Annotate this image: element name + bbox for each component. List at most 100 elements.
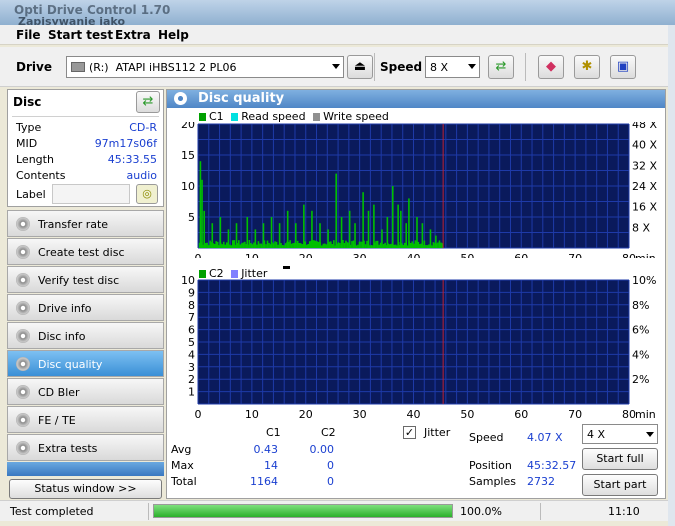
c1-bar [207,245,210,248]
menu-file[interactable]: File [16,28,41,42]
speed-label: Speed [380,60,423,74]
start-full-button[interactable]: Start full [582,448,658,470]
nav-extra-tests[interactable]: Extra tests [7,434,164,461]
edit-label-button[interactable]: ◎ [136,184,158,204]
c1-bar [213,243,216,248]
title-bar: Opti Drive Control 1.70 Zapisywanie jako [0,0,675,28]
nav-verify-test-disc[interactable]: Verify test disc [7,266,164,293]
y2-tick-label: 16 X [632,201,657,214]
c1-bar [216,241,219,248]
legend-marker [282,266,290,269]
menu-extra[interactable]: Extra [115,28,151,42]
nav-create-test-disc[interactable]: Create test disc [7,238,164,265]
x-tick-label: 70 [568,408,582,421]
total-label: Total [171,475,197,488]
total-c2: 0 [327,475,334,488]
c1-bar [275,241,278,248]
refresh-disc-button[interactable]: ⇄ [136,91,160,113]
c1-bar [283,245,285,248]
c1-bar [375,240,377,248]
x-tick-label: 20 [299,252,313,258]
write-speed-swatch [313,113,321,121]
c1-bar [301,244,303,248]
c1-bar [256,244,258,248]
samples-label: Samples [469,475,516,488]
c1-bar [211,223,214,248]
c1-bar [296,240,299,248]
erase-button[interactable]: ◆ [538,55,564,79]
c1-bar [246,217,249,248]
max-label: Max [171,459,194,472]
nav-fe-te[interactable]: FE / TE [7,406,164,433]
nav-cd-bler[interactable]: CD Bler [7,378,164,405]
sidebar: Disc ⇄ Type CD-R MID 97m17s06f Length 45… [7,89,164,499]
c1-bar [221,244,224,248]
nav-label: Disc info [38,330,86,343]
samples-value: 2732 [527,475,555,488]
save-button[interactable]: ▣ [610,55,636,79]
start-part-button[interactable]: Start part [582,474,658,496]
c1-bar [327,229,329,248]
test-speed-select[interactable]: 4 X [582,424,658,444]
c1-bar [421,223,424,248]
x-tick-label: 0 [195,252,202,258]
eraser-icon: ◆ [546,59,556,74]
toolbar-divider [374,53,375,81]
c1-bar [360,241,362,248]
jitter-label: Jitter [424,426,451,439]
c1-bar [316,241,319,248]
eject-button[interactable]: ⏏ [347,55,373,79]
nav-transfer-rate[interactable]: Transfer rate [7,210,164,237]
drive-select[interactable]: (R:) ATAPI iHBS112 2 PL06 [66,56,344,78]
settings-button[interactable]: ✱ [574,55,600,79]
c1-bar [343,242,346,248]
y-tick-label: 6 [188,324,195,337]
c1-bar [265,244,267,248]
c1-bar [281,245,284,248]
c1-bar [358,241,361,248]
speed-stat-value: 4.07 X [527,431,563,444]
progress-text: 100.0% [460,505,502,518]
c1-bar [403,242,406,248]
total-c1: 1164 [250,475,278,488]
y2-tick-label: 32 X [632,159,657,172]
c1-bar [250,243,252,248]
jitter-checkbox[interactable]: ✓ [403,426,416,439]
c1-bar [431,245,433,248]
x-tick-label: 40 [407,408,421,421]
nav-label: FE / TE [38,414,76,427]
c1-bar [376,240,379,248]
x-tick-label: 70 [568,252,582,258]
c1-bar [222,241,225,248]
refresh-speed-button[interactable]: ⇄ [488,55,514,79]
c1-bar [340,217,343,248]
c1-bar [414,240,417,248]
nav-disc-info[interactable]: Disc info [7,322,164,349]
x-tick-label: 0 [195,408,202,421]
nav-drive-info[interactable]: Drive info [7,294,164,321]
menu-start-test[interactable]: Start test [48,28,113,42]
c1-bar [364,244,367,248]
x-tick-label: 10 [245,408,259,421]
col-c1-header: C1 [266,426,281,439]
c1-bar [370,245,373,248]
c1-bar [277,244,279,248]
y-tick-label: 5 [188,336,195,349]
c1-bar [416,217,418,248]
c1-bar [244,241,246,248]
disc-quality-panel: Disc quality C1 Read speed Write speed 5… [166,89,666,499]
nav-disc-quality[interactable]: Disc quality [7,350,164,377]
c1-bar [241,243,243,248]
divider [148,503,149,520]
nav-label: Verify test disc [38,274,120,287]
c1-bar [224,244,227,248]
disc-icon [16,245,30,259]
c1-bar [319,223,321,248]
disc-label-field[interactable] [52,184,130,204]
nav-label: CD Bler [38,386,80,399]
menu-help[interactable]: Help [158,28,189,42]
status-window-button[interactable]: Status window >> [9,479,162,499]
speed-select[interactable]: 8 X [425,56,480,78]
disc-length-value: 45:33.55 [107,153,157,166]
c1-bar [397,204,399,248]
